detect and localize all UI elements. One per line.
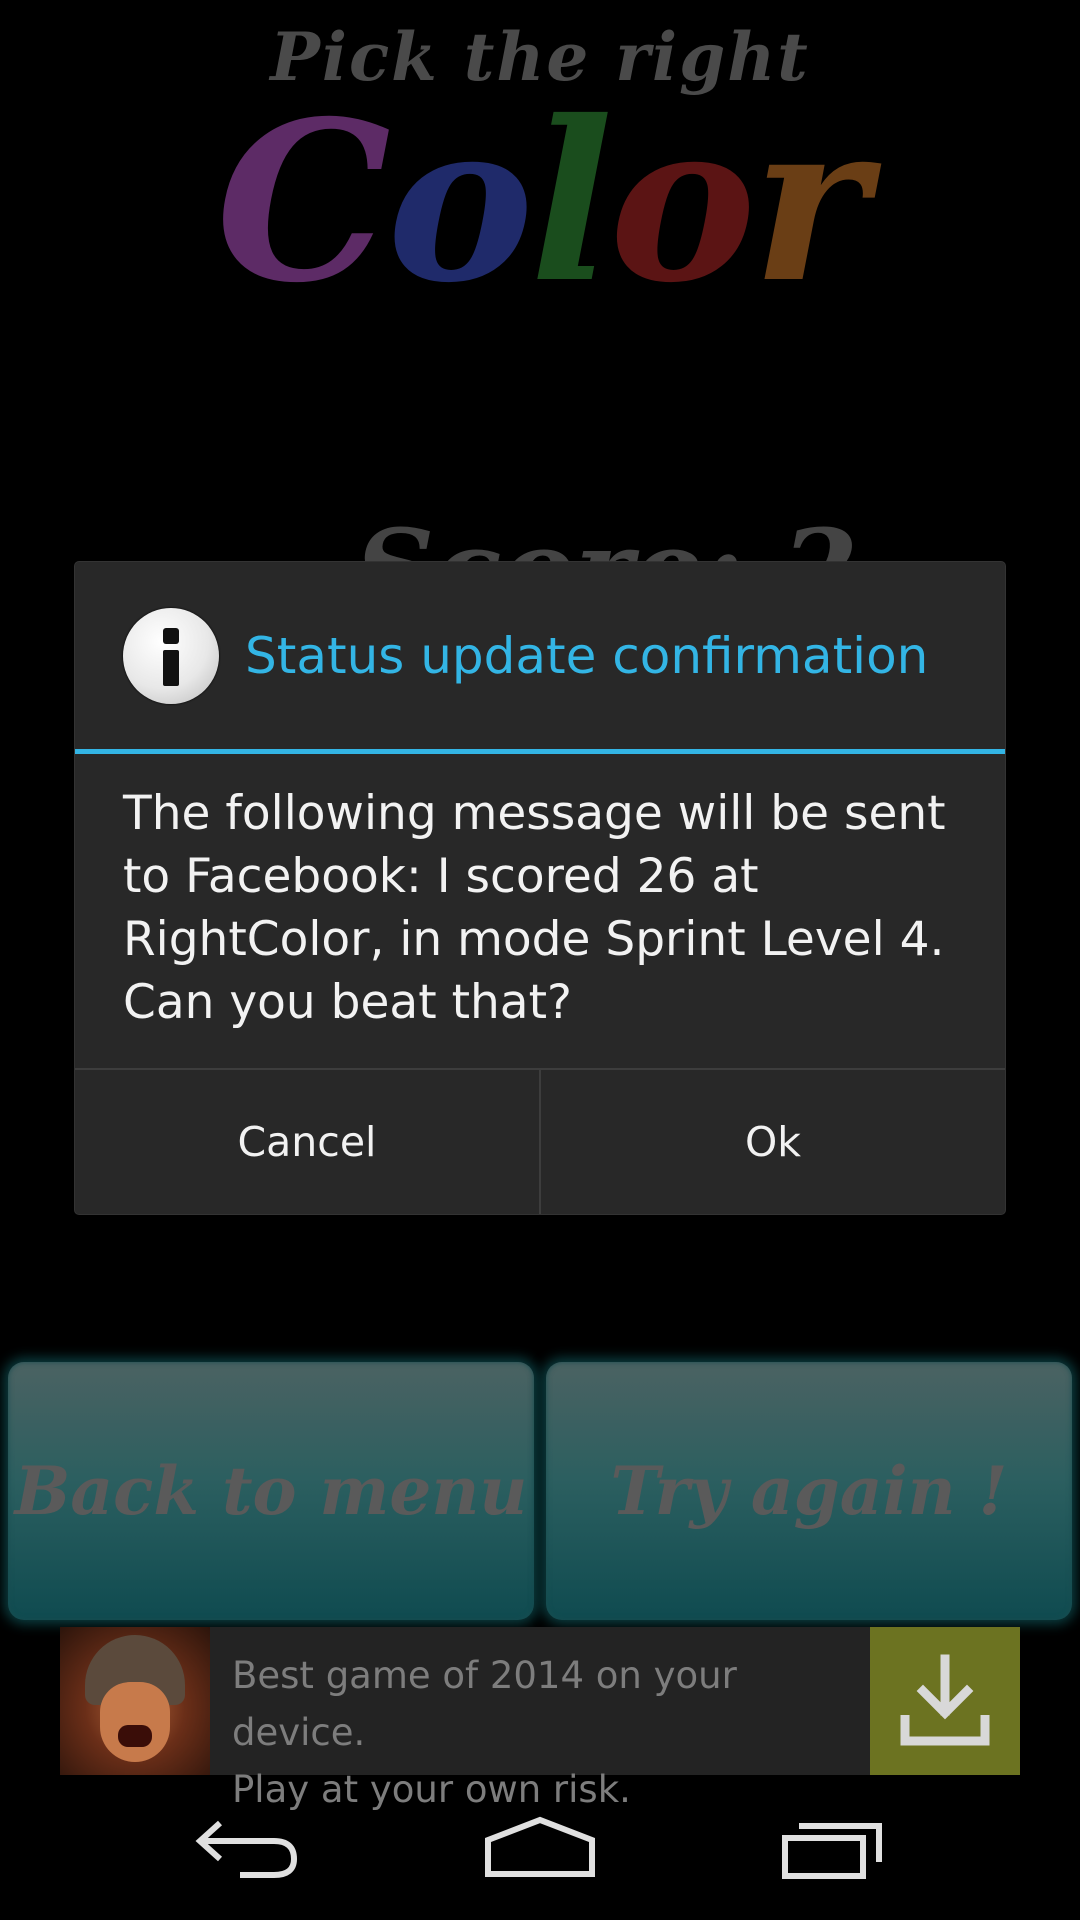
dialog-message: The following message will be sent to Fa… bbox=[123, 786, 946, 1030]
title-letter: o bbox=[387, 72, 534, 331]
nav-home-button[interactable] bbox=[465, 1798, 615, 1898]
dialog-header: Status update confirmation bbox=[75, 562, 1005, 754]
title-letter: l bbox=[529, 72, 614, 331]
title-letter: o bbox=[609, 72, 756, 331]
back-to-menu-button[interactable]: Back to menu bbox=[8, 1362, 534, 1620]
title-letter: C bbox=[215, 72, 391, 331]
ad-line-1: Best game of 2014 on your device. bbox=[232, 1654, 737, 1754]
recents-icon bbox=[782, 1822, 883, 1879]
nav-back-button[interactable] bbox=[172, 1798, 322, 1898]
home-icon bbox=[484, 1816, 595, 1877]
navigation-bar bbox=[0, 1775, 1080, 1920]
info-icon bbox=[123, 607, 219, 704]
try-again-button[interactable]: Try again ! bbox=[546, 1362, 1072, 1620]
ok-button[interactable]: Ok bbox=[539, 1070, 1005, 1214]
back-icon bbox=[195, 1820, 297, 1878]
status-update-dialog: Status update confirmation The following… bbox=[75, 562, 1005, 1214]
ad-warrior-image bbox=[60, 1627, 210, 1775]
ad-download-button[interactable] bbox=[870, 1627, 1020, 1775]
cancel-button[interactable]: Cancel bbox=[75, 1070, 539, 1214]
download-icon bbox=[900, 1654, 990, 1746]
title-letter: r bbox=[752, 72, 868, 331]
nav-recents-button[interactable] bbox=[758, 1798, 908, 1898]
dialog-title: Status update confirmation bbox=[245, 626, 929, 685]
ad-banner[interactable]: Best game of 2014 on your device. Play a… bbox=[60, 1627, 1020, 1811]
ad-text: Best game of 2014 on your device. Play a… bbox=[210, 1627, 870, 1811]
title-color: Color bbox=[0, 92, 1080, 312]
dialog-buttons: Cancel Ok bbox=[75, 1068, 1005, 1214]
